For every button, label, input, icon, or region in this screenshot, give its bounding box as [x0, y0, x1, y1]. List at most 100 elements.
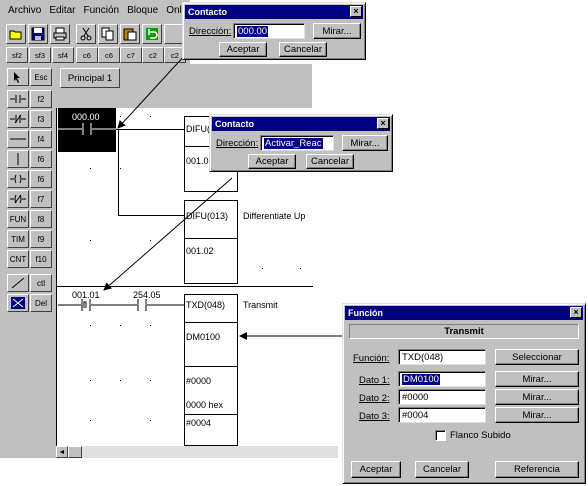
dato1-mirar-button[interactable]: Mirar...	[495, 371, 579, 387]
flanco-subido-label: Flanco Subido	[450, 430, 511, 441]
txd-divider-3	[184, 414, 238, 415]
palette-key-f6b[interactable]: f6	[30, 170, 52, 188]
contacto-dialog-2: Contacto × Dirección: Activar_Reac Mirar…	[209, 114, 393, 172]
contacto-2-aceptar-button[interactable]: Aceptar	[248, 154, 296, 169]
dato2-value: #0000	[402, 391, 429, 403]
contacto-dialog-2-titlebar: Contacto ×	[212, 117, 390, 131]
contacto-1-direccion-label: Dirección:	[189, 26, 232, 37]
funcion-dialog-titlebar: Función ×	[345, 306, 583, 320]
contacto-dialog-1-titlebar: Contacto ×	[185, 5, 363, 19]
dato1-value: DM0100	[402, 373, 440, 385]
close-icon[interactable]: ×	[377, 118, 389, 129]
contacto-2-cancelar-button[interactable]: Cancelar	[306, 154, 354, 169]
txd-divider-1	[184, 322, 238, 323]
contacto-2-mirar-button[interactable]: Mirar...	[342, 135, 388, 151]
copy-icon[interactable]	[98, 24, 118, 44]
print-icon[interactable]	[50, 24, 70, 44]
scroll-thumb[interactable]	[68, 446, 82, 458]
toolbar-partial-icon[interactable]	[164, 24, 184, 44]
palette-key-f9[interactable]: f9	[30, 230, 52, 248]
contacto-1-direccion-input[interactable]: 000.00	[233, 23, 305, 39]
funcion-aceptar-button[interactable]: Aceptar	[351, 461, 401, 478]
palette-key-f3[interactable]: f3	[30, 110, 52, 128]
horizontal-scrollbar[interactable]	[56, 446, 338, 458]
funcion-label: Función:	[353, 353, 390, 364]
seleccionar-button[interactable]: Seleccionar	[495, 349, 579, 365]
difu-block-2-operand: 001.02	[186, 246, 214, 256]
referencia-button[interactable]: Referencia	[495, 461, 579, 478]
rung1-branch-wire	[118, 129, 119, 215]
rung1-branch-wire-h	[118, 215, 184, 216]
eraser-icon[interactable]	[7, 294, 29, 312]
fkey-c6b[interactable]: c6	[98, 47, 120, 63]
fkey-c2a[interactable]: c2	[142, 47, 164, 63]
menu-archivo[interactable]: Archivo	[8, 5, 41, 16]
contacto-1-cancelar-button[interactable]: Cancelar	[279, 42, 327, 57]
cut-icon[interactable]	[76, 24, 96, 44]
funcion-cancelar-button[interactable]: Cancelar	[415, 461, 469, 478]
contacto-2-direccion-input[interactable]: Activar_Reac	[260, 135, 334, 151]
vertical-line-icon[interactable]	[7, 150, 29, 168]
fkey-c6a[interactable]: c6	[76, 47, 98, 63]
dato1-label: Dato 1:	[359, 375, 390, 386]
paste-icon[interactable]	[120, 24, 140, 44]
dato3-input[interactable]: #0004	[398, 407, 486, 423]
palette-key-f7[interactable]: f7	[30, 190, 52, 208]
dato3-label: Dato 3:	[359, 411, 390, 422]
palette-key-del[interactable]: Del	[30, 294, 52, 312]
open-folder-icon[interactable]	[6, 24, 26, 44]
output-coil-icon[interactable]	[7, 170, 29, 188]
undo-icon[interactable]	[142, 24, 162, 44]
flanco-subido-checkbox[interactable]	[435, 430, 446, 441]
dato3-value: #0004	[402, 409, 429, 421]
palette-key-f4[interactable]: f4	[30, 130, 52, 148]
palette-key-ctl[interactable]: ctl	[30, 274, 52, 292]
close-icon[interactable]: ×	[570, 307, 582, 318]
contacto-2-direccion-value: Activar_Reac	[264, 137, 323, 149]
close-icon[interactable]: ×	[350, 6, 362, 17]
fkey-sf4[interactable]: sf4	[52, 47, 74, 63]
funcion-input[interactable]: TXD(048)	[398, 349, 486, 365]
menu-funcion[interactable]: Función	[83, 5, 119, 16]
funcion-dialog: Función × Transmit Función: TXD(048) Sel…	[342, 303, 586, 484]
fkey-sf3[interactable]: sf3	[29, 47, 51, 63]
txd-comment: Transmit	[243, 300, 278, 310]
dato3-mirar-button[interactable]: Mirar...	[495, 407, 579, 423]
contacto-2-direccion-label: Dirección:	[216, 138, 259, 149]
menu-editar[interactable]: Editar	[49, 5, 75, 16]
nc-contact-icon[interactable]	[7, 110, 29, 128]
difu-block-1-operand: 001.0	[186, 156, 209, 166]
fkey-c7[interactable]: c7	[120, 47, 142, 63]
fkey-sf2[interactable]: sf2	[6, 47, 28, 63]
dato2-input[interactable]: #0000	[398, 389, 486, 405]
pointer-icon[interactable]	[7, 68, 29, 86]
palette-cnt[interactable]: CNT	[7, 250, 29, 268]
save-disk-icon[interactable]	[28, 24, 48, 44]
palette-tim[interactable]: TIM	[7, 230, 29, 248]
menu-bloque[interactable]: Bloque	[127, 5, 158, 16]
rung2-contacts-symbol	[58, 299, 184, 311]
horizontal-line-icon[interactable]	[7, 130, 29, 148]
funcion-dialog-title: Función	[348, 308, 383, 318]
palette-key-f10[interactable]: f10	[30, 250, 52, 268]
tab-principal-1[interactable]: Principal 1	[60, 68, 120, 88]
diagonal-line-icon[interactable]	[7, 274, 29, 292]
palette-key-f6a[interactable]: f6	[30, 150, 52, 168]
dato1-input[interactable]: DM0100	[398, 371, 486, 387]
contacto-1-mirar-button[interactable]: Mirar...	[313, 23, 361, 39]
dato2-mirar-button[interactable]: Mirar...	[495, 389, 579, 405]
funcion-value: TXD(048)	[402, 351, 444, 363]
palette-key-f8[interactable]: f8	[30, 210, 52, 228]
nc-output-coil-icon[interactable]	[7, 190, 29, 208]
contacto-1-direccion-value: 000.00	[237, 25, 269, 37]
scroll-left-icon[interactable]: ◄	[56, 446, 68, 458]
left-power-rail	[56, 108, 57, 446]
rung1-contact-symbol	[58, 123, 116, 135]
palette-fun[interactable]: FUN	[7, 210, 29, 228]
txd-instr: TXD(048)	[186, 300, 226, 310]
difu-block-2-instr: DIFU(013)	[186, 211, 229, 221]
palette-key-esc[interactable]: Esc	[30, 68, 52, 86]
contacto-1-aceptar-button[interactable]: Aceptar	[219, 42, 267, 57]
no-contact-icon[interactable]	[7, 90, 29, 108]
palette-key-f2[interactable]: f2	[30, 90, 52, 108]
